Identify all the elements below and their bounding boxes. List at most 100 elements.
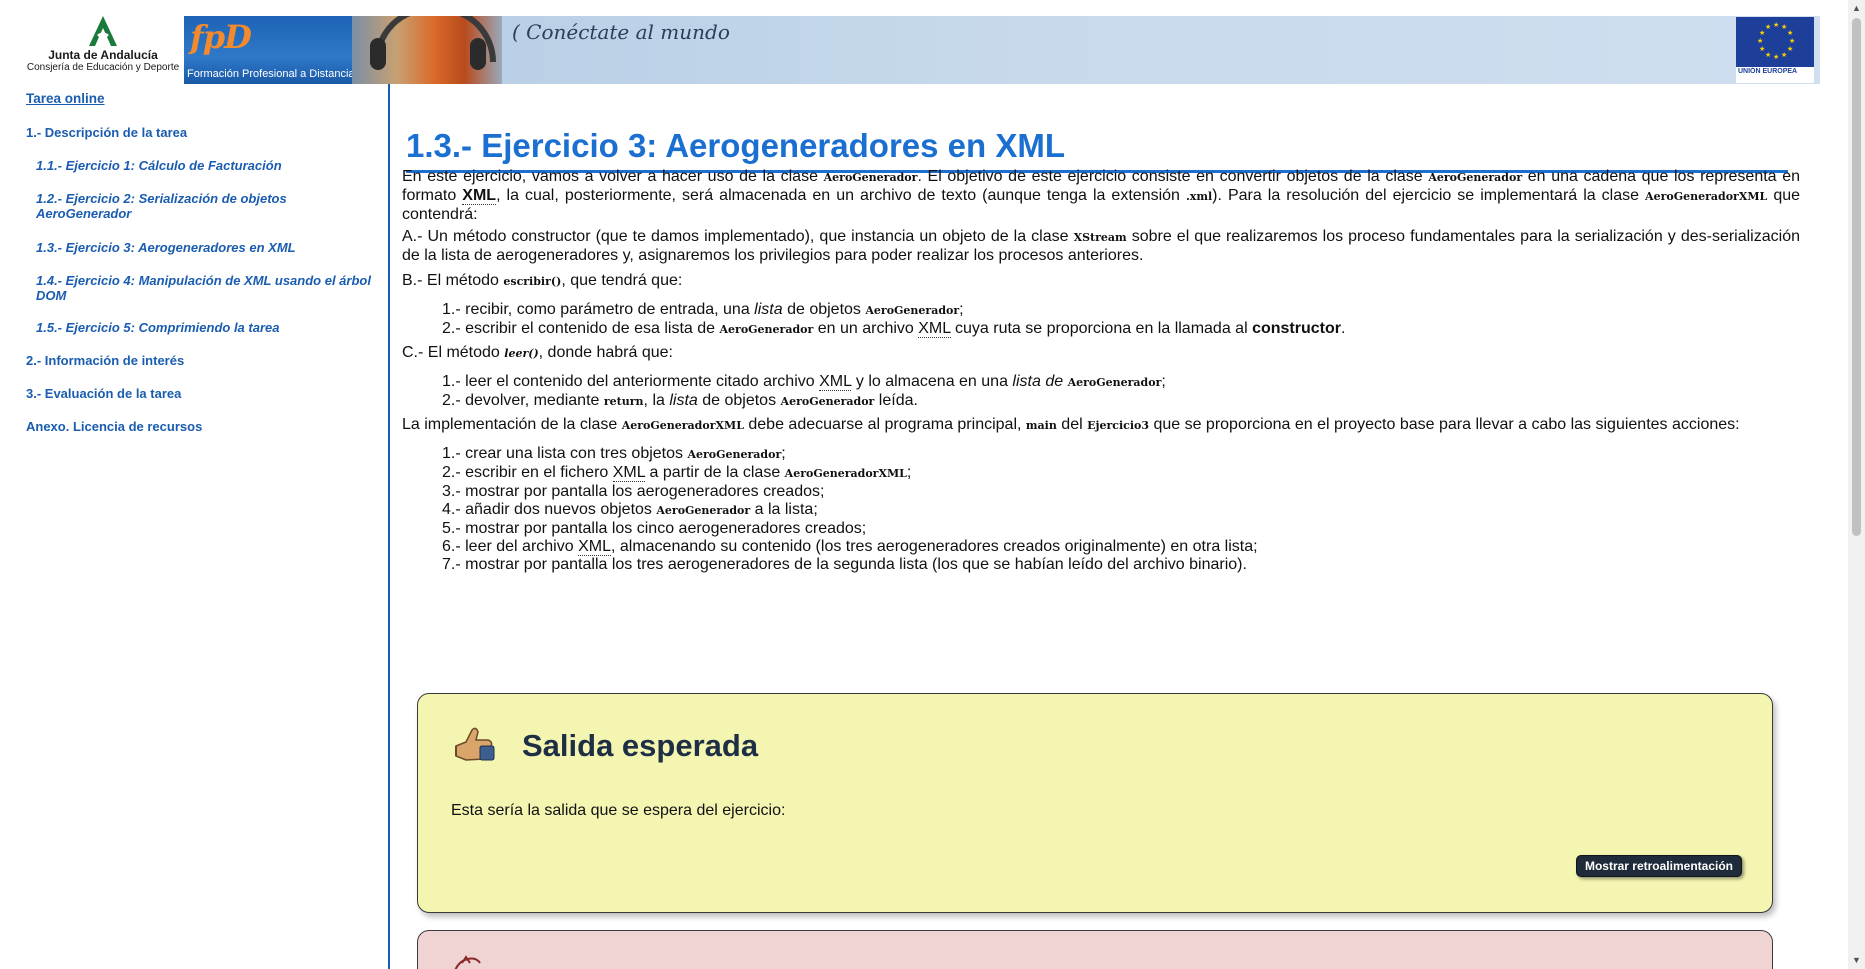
text: ). Para la resolución del ejercicio se i… bbox=[1212, 187, 1646, 204]
text: C.- El método bbox=[402, 344, 505, 361]
sidebar-item-ejercicio-5[interactable]: 1.5.- Ejercicio 5: Comprimiendo la tarea bbox=[36, 320, 279, 335]
svg-text:★: ★ bbox=[1759, 45, 1765, 53]
text: y lo almacena en una bbox=[851, 373, 1013, 390]
code-class-name: AeroGenerador bbox=[780, 395, 875, 408]
list-item: 1.- crear una lista con tres objetos Aer… bbox=[442, 445, 1258, 464]
text: 1.- leer el contenido del anteriormente … bbox=[442, 373, 820, 390]
tagline-banner: ( Conéctate al mundo ★ ★ ★ ★ ★ ★ ★ ★ ★ ★… bbox=[502, 16, 1820, 84]
text: 1.- crear una lista con tres objetos bbox=[442, 445, 688, 462]
scroll-down-icon[interactable]: ▼ bbox=[1848, 952, 1865, 969]
part-c-paragraph: C.- El método leer(), donde habrá que: bbox=[402, 344, 1800, 363]
text: 1.- recibir, como parámetro de entrada, … bbox=[442, 301, 755, 318]
fpd-logo: fpD bbox=[190, 18, 252, 56]
code-class-name: AeroGeneradorXML bbox=[784, 467, 907, 480]
sidebar-item-ejercicio-3[interactable]: 1.3.- Ejercicio 3: Aerogeneradores en XM… bbox=[36, 240, 296, 255]
code-class-name: AeroGenerador bbox=[687, 448, 782, 461]
text: , que tendrá que: bbox=[561, 272, 683, 289]
sidebar-item-ejercicio-4[interactable]: 1.4.- Ejercicio 4: Manipulación de XML u… bbox=[36, 273, 381, 303]
sidebar-item-informacion[interactable]: 2.- Información de interés bbox=[26, 353, 184, 368]
fpd-banner[interactable]: fpD Formación Profesional a Distancia bbox=[184, 16, 355, 84]
tagline: ( Conéctate al mundo bbox=[512, 20, 730, 44]
site-header: Junta de Andalucía Consjería de Educació… bbox=[0, 0, 1820, 84]
scroll-up-icon[interactable]: ▲ bbox=[1848, 0, 1865, 17]
code-class-name: AeroGeneradorXML bbox=[1645, 190, 1768, 203]
list-item: 7.- mostrar por pantalla los tres aeroge… bbox=[442, 556, 1247, 573]
page-title: 1.3.- Ejercicio 3: Aerogeneradores en XM… bbox=[406, 126, 1788, 173]
list-item: 6.- leer del archivo XML, almacenando su… bbox=[442, 538, 1258, 556]
svg-text:★: ★ bbox=[1787, 29, 1793, 37]
text: B.- El método bbox=[402, 272, 504, 289]
expected-output-box: Salida esperada Esta sería la salida que… bbox=[417, 693, 1773, 913]
implementation-paragraph: La implementación de la clase AeroGenera… bbox=[402, 416, 1800, 435]
scrollbar-thumb[interactable] bbox=[1852, 18, 1861, 536]
text: de objetos bbox=[697, 392, 781, 409]
list-item: 5.- mostrar por pantalla los cinco aerog… bbox=[442, 520, 867, 537]
page: Junta de Andalucía Consjería de Educació… bbox=[0, 0, 1865, 969]
junta-logo-icon bbox=[89, 16, 117, 46]
text: 2.- escribir en el fichero bbox=[442, 464, 613, 481]
show-feedback-button[interactable]: Mostrar retroalimentación bbox=[1575, 855, 1742, 877]
text: La implementación de la clase bbox=[402, 416, 622, 433]
part-c-list: 1.- leer el contenido del anteriormente … bbox=[442, 373, 1166, 411]
text: A.- Un método constructor (que te damos … bbox=[402, 228, 1074, 245]
text: a partir de la clase bbox=[645, 464, 785, 481]
eu-flag[interactable]: ★ ★ ★ ★ ★ ★ ★ ★ ★ ★ ★ ★ UNIÓN EUROPEA bbox=[1736, 17, 1814, 83]
sidebar-item-descripcion[interactable]: 1.- Descripción de la tarea bbox=[26, 125, 187, 140]
svg-text:★: ★ bbox=[1789, 37, 1795, 45]
text: ; bbox=[959, 301, 964, 318]
code-method: main bbox=[1025, 419, 1057, 432]
headphone-right bbox=[470, 38, 486, 70]
hand-icon bbox=[454, 955, 481, 969]
code-extension: .xml bbox=[1185, 190, 1213, 203]
code-keyword: return bbox=[603, 395, 644, 408]
text: 4.- añadir dos nuevos objetos bbox=[442, 501, 657, 518]
text: del bbox=[1056, 416, 1088, 433]
svg-text:★: ★ bbox=[1757, 37, 1763, 45]
text: leída. bbox=[874, 392, 918, 409]
text: en un archivo bbox=[813, 320, 919, 337]
sidebar-item-anexo[interactable]: Anexo. Licencia de recursos bbox=[26, 419, 202, 434]
list-item: 2.- escribir el contenido de esa lista d… bbox=[442, 320, 1345, 339]
vertical-scrollbar[interactable]: ▲ ▼ bbox=[1848, 0, 1865, 969]
text: . El objetivo de este ejercicio consiste… bbox=[917, 168, 1429, 185]
text: , donde habrá que: bbox=[538, 344, 673, 361]
sidebar-item-ejercicio-2[interactable]: 1.2.- Ejercicio 2: Serialización de obje… bbox=[36, 191, 336, 221]
code-class-name: AeroGenerador bbox=[823, 171, 918, 184]
part-b-paragraph: B.- El método escribir(), que tendrá que… bbox=[402, 272, 1800, 291]
text: . bbox=[1340, 320, 1346, 337]
code-method: escribir() bbox=[503, 275, 562, 288]
part-a-paragraph: A.- Un método constructor (que te damos … bbox=[402, 228, 1800, 265]
list-item: 2.- devolver, mediante return, la lista … bbox=[442, 392, 1166, 411]
junta-logo[interactable]: Junta de Andalucía Consjería de Educació… bbox=[22, 14, 184, 84]
svg-text:★: ★ bbox=[1773, 21, 1779, 29]
code-class-name: AeroGenerador bbox=[1428, 171, 1523, 184]
text: debe adecuarse al programa principal, bbox=[743, 416, 1026, 433]
sidebar-item-tarea-online[interactable]: Tarea online bbox=[26, 91, 105, 106]
svg-text:★: ★ bbox=[1765, 23, 1771, 31]
code-class-name: XStream bbox=[1073, 231, 1127, 244]
svg-text:★: ★ bbox=[1773, 53, 1779, 61]
expected-output-text: Esta sería la salida que se espera del e… bbox=[451, 802, 786, 819]
sidebar-item-ejercicio-1[interactable]: 1.1.- Ejercicio 1: Cálculo de Facturació… bbox=[36, 158, 282, 173]
xml-abbr: XML bbox=[462, 187, 497, 205]
svg-text:★: ★ bbox=[1765, 51, 1771, 59]
text: 6.- leer del archivo bbox=[442, 538, 579, 555]
eu-caption: UNIÓN EUROPEA bbox=[1738, 68, 1798, 75]
code-method: leer() bbox=[504, 347, 539, 360]
text: , la bbox=[643, 392, 670, 409]
code-class-name: AeroGenerador bbox=[719, 323, 814, 336]
text: ; bbox=[906, 464, 912, 481]
banner-photo bbox=[352, 16, 502, 84]
list-item: 3.- mostrar por pantalla los aerogenerad… bbox=[442, 483, 825, 500]
svg-text:★: ★ bbox=[1781, 51, 1787, 59]
xml-abbr: XML bbox=[918, 320, 951, 338]
text: ; bbox=[781, 445, 786, 462]
code-class-name: AeroGenerador bbox=[656, 504, 751, 517]
text-italic: lista bbox=[754, 301, 783, 318]
code-class-name: AeroGenerador bbox=[865, 304, 960, 317]
sidebar-item-evaluacion[interactable]: 3.- Evaluación de la tarea bbox=[26, 386, 181, 401]
text: ; bbox=[1161, 373, 1166, 390]
list-item: 2.- escribir en el fichero XML a partir … bbox=[442, 464, 1258, 483]
part-b-list: 1.- recibir, como parámetro de entrada, … bbox=[442, 301, 1345, 339]
xml-abbr: XML bbox=[819, 373, 852, 391]
